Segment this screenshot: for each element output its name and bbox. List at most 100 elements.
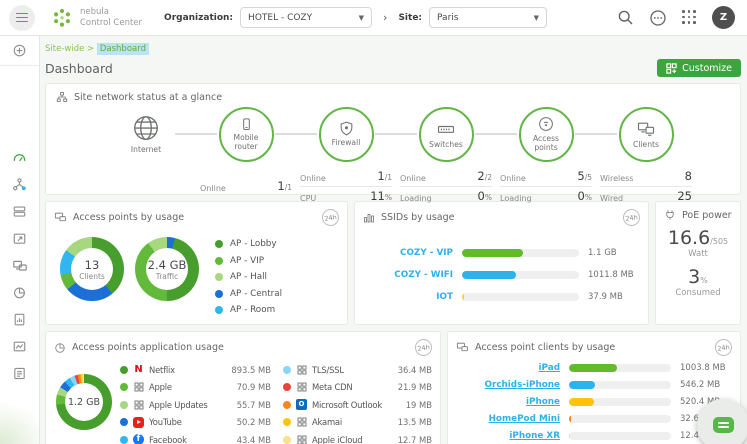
- sidebar-item-clients[interactable]: [0, 252, 39, 279]
- poe-body: 16.6/505 Watt 3% Consumed: [664, 229, 732, 298]
- globe-icon: [131, 113, 161, 143]
- top-bar: nebula Control Center Organization: HOTE…: [0, 0, 747, 36]
- poe-percent: 3: [688, 266, 700, 288]
- legend-dot: [120, 436, 128, 444]
- status-stat-value: 11%: [370, 189, 392, 203]
- usage-bar-link[interactable]: COZY - WIFI: [363, 270, 453, 280]
- app-legend-value: 43.4 MB: [237, 435, 271, 444]
- breadcrumb-parent[interactable]: Site-wide >: [45, 44, 94, 54]
- app-legend-value: 12.7 MB: [398, 435, 432, 444]
- status-nodes: InternetMobile routerOnline1/1FirewallOn…: [56, 106, 730, 206]
- app-legend-value: 19 MB: [406, 400, 432, 410]
- breadcrumb-current[interactable]: Dashboard: [97, 43, 149, 55]
- legend-item: AP - VIP: [215, 256, 282, 266]
- apps-grid-icon[interactable]: [682, 10, 697, 25]
- timeframe-badge[interactable]: 24h: [622, 208, 641, 227]
- app-legend-item: YouTube50.2 MB: [120, 417, 271, 428]
- status-stat-row: Wired25: [600, 187, 692, 206]
- sidebar-item-usage[interactable]: [0, 279, 39, 306]
- legend-label: AP - Room: [230, 305, 275, 315]
- usage-bar-link[interactable]: HomePod Mini: [456, 414, 560, 424]
- app-legend-name: Akamai: [312, 417, 393, 427]
- usage-bar-link[interactable]: iPad: [456, 363, 560, 373]
- chat-fab[interactable]: [697, 399, 747, 444]
- organization-select[interactable]: HOTEL - COZY▼: [240, 7, 372, 28]
- status-node-stats: Online1/1CPU11%: [300, 167, 392, 206]
- poe-unit: Watt: [688, 249, 708, 259]
- breadcrumb: Site-wide > Dashboard: [45, 44, 741, 54]
- sidebar-item-devices[interactable]: [0, 198, 39, 225]
- status-stat-label: Online: [500, 174, 526, 183]
- status-stat-label: Wired: [600, 194, 623, 203]
- usage-bar-link[interactable]: IOT: [363, 292, 453, 302]
- usage-bar-fill: [569, 432, 570, 440]
- sidebar-item-floorplan[interactable]: [0, 225, 39, 252]
- app-legend-item: Meta CDN21.9 MB: [283, 382, 432, 393]
- status-node-label: Mobile router: [222, 134, 270, 151]
- status-node-access-points[interactable]: Access pointsOnline5/5Loading0%: [496, 106, 596, 206]
- ap-usage-title: Access points by usage: [73, 212, 184, 223]
- sitewide-icon[interactable]: [12, 37, 27, 64]
- customize-button[interactable]: Customize: [657, 59, 741, 77]
- sidebar-watermark: [0, 364, 40, 444]
- usage-bar-track: [569, 432, 671, 440]
- access-point-icon: [537, 115, 555, 133]
- usage-bar-link[interactable]: iPhone XR: [456, 431, 560, 441]
- avatar[interactable]: Z: [712, 6, 735, 29]
- app-legend-value: 893.5 MB: [231, 365, 271, 375]
- clients-usage-title: Access point clients by usage: [475, 342, 615, 353]
- status-stat-label: Loading: [500, 194, 532, 203]
- usage-bar-track: [569, 364, 671, 372]
- legend-dot: [215, 257, 223, 265]
- usage-bar-value: 1.1 GB: [588, 248, 640, 258]
- legend-dot: [283, 436, 291, 444]
- status-node-internet: Internet: [96, 106, 196, 206]
- donut-center-value: 13: [85, 258, 100, 272]
- usage-bar-row: iPad1003.8 MB: [456, 363, 732, 373]
- usage-bar-row: iPhone520.4 MB: [456, 397, 732, 407]
- app-usage-card: Access points application usage 24h 1.2 …: [45, 331, 441, 444]
- sidebar-item-monitor[interactable]: [0, 333, 39, 360]
- donut-center-label: Clients: [79, 272, 105, 281]
- client-device-icon: [456, 341, 469, 354]
- search-icon[interactable]: [617, 9, 634, 26]
- menu-icon[interactable]: [9, 5, 35, 31]
- status-node-switches[interactable]: SwitchesOnline2/2Loading0%: [396, 106, 496, 206]
- timeframe-badge[interactable]: 24h: [714, 338, 733, 357]
- brand: nebula Control Center: [51, 7, 142, 29]
- usage-bar-link[interactable]: Orchids-iPhone: [456, 380, 560, 390]
- status-node-stats: Online2/2Loading0%: [400, 167, 492, 206]
- usage-bar-fill: [569, 364, 617, 372]
- status-stat-value: 0%: [478, 189, 492, 203]
- status-node-label: Clients: [633, 141, 659, 150]
- status-node-firewall[interactable]: FirewallOnline1/1CPU11%: [296, 106, 396, 206]
- app-usage-donut: 1.2 GB: [56, 374, 112, 430]
- sidebar-item-topology[interactable]: [0, 171, 39, 198]
- usage-bar-value: 546.2 MB: [680, 380, 732, 390]
- app-legend-value: 13.5 MB: [398, 417, 432, 427]
- app-legend-item: Apple Updates55.7 MB: [120, 399, 271, 410]
- outlook-icon: O: [296, 399, 307, 410]
- app-usage-title: Access points application usage: [72, 342, 224, 353]
- donut-center-value: 1.2 GB: [68, 397, 100, 408]
- sidebar-item-dashboard[interactable]: [0, 144, 39, 171]
- timeframe-badge[interactable]: 24h: [414, 338, 433, 357]
- status-node-stats: Wireless8Wired25: [600, 167, 692, 206]
- site-select[interactable]: Paris▼: [429, 7, 547, 28]
- usage-bar-link[interactable]: iPhone: [456, 397, 560, 407]
- legend-dot: [120, 383, 128, 391]
- status-node-clients[interactable]: Clients Wireless8Wired25: [596, 106, 696, 206]
- app-legend-item: fFacebook43.4 MB: [120, 434, 271, 444]
- usage-bar-row: IOT37.9 MB: [363, 292, 640, 302]
- usage-bar-link[interactable]: COZY - VIP: [363, 248, 453, 258]
- donut-center-label: Traffic: [156, 272, 179, 281]
- legend-item: AP - Hall: [215, 272, 282, 282]
- pie-chart-icon: [54, 342, 66, 354]
- netflix-icon: N: [133, 364, 144, 375]
- usage-bar-fill: [569, 381, 595, 389]
- help-icon[interactable]: [649, 9, 667, 27]
- sidebar-item-report[interactable]: [0, 306, 39, 333]
- status-node-mobile-router[interactable]: Mobile routerOnline1/1: [196, 106, 296, 206]
- timeframe-badge[interactable]: 24h: [321, 208, 340, 227]
- youtube-icon: [133, 417, 144, 428]
